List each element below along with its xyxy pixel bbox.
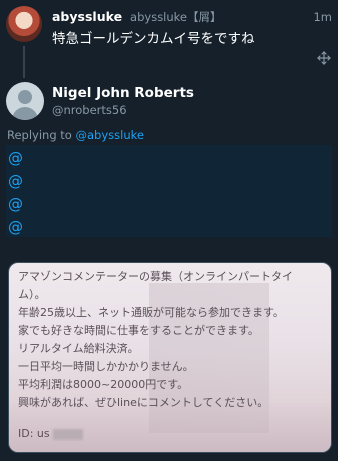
replying-prefix: Replying to: [7, 128, 76, 142]
mention-link[interactable]: @: [8, 172, 23, 190]
card-text-line: 興味があれば、ぜひlineにコメントしてください。: [18, 396, 269, 409]
replying-to: Replying to @abyssluke: [7, 128, 144, 142]
card-text-line: リアルタイム給料決済。: [18, 342, 139, 355]
card-text-line: 年齢25歳以上、ネット通販が可能なら参加できます。: [18, 306, 284, 319]
replying-to-link[interactable]: @abyssluke: [76, 128, 144, 142]
default-avatar-icon[interactable]: [6, 82, 44, 120]
card-text-line: ム）。: [18, 288, 46, 301]
avatar-head-shape: [18, 90, 32, 104]
mention-link[interactable]: @: [8, 195, 23, 213]
tweet-time[interactable]: 1m: [313, 10, 332, 24]
card-text-line: 家でも好きな時間に仕事をすることができます。: [18, 324, 259, 337]
thread-connector-line: [23, 46, 25, 78]
tweet-text: 特急ゴールデンカムイ号をですね: [52, 31, 255, 47]
card-text-line: 一日平均一時間しかかかりません。: [18, 360, 194, 373]
reply-author-handle[interactable]: @nroberts56: [52, 103, 127, 117]
attached-image-card[interactable]: アマゾンコメンテーターの募集（オンラインパートタイ ム）。 年齢25歳以上、ネッ…: [8, 262, 332, 453]
tweet-header: abyssluke abyssluke【屑】: [52, 9, 222, 25]
mention-link[interactable]: @: [8, 218, 23, 236]
author-name[interactable]: abyssluke: [52, 9, 122, 24]
avatar[interactable]: [6, 6, 42, 42]
author-handle[interactable]: abyssluke【屑】: [130, 10, 221, 24]
card-text-line: 平均利潤は8000~20000円です。: [18, 378, 189, 391]
avatar-body-shape: [12, 107, 38, 120]
card-text-line: アマゾンコメンテーターの募集（オンラインパートタイ: [18, 270, 293, 283]
mention-link[interactable]: @: [8, 149, 23, 167]
mention-list: @ @ @ @: [6, 145, 332, 237]
reply-author-name[interactable]: Nigel John Roberts: [52, 85, 194, 101]
move-icon[interactable]: [317, 51, 331, 65]
blurred-id: [52, 428, 83, 440]
card-id-line: ID: us: [18, 427, 83, 440]
card-id-label: ID: us: [18, 427, 50, 440]
